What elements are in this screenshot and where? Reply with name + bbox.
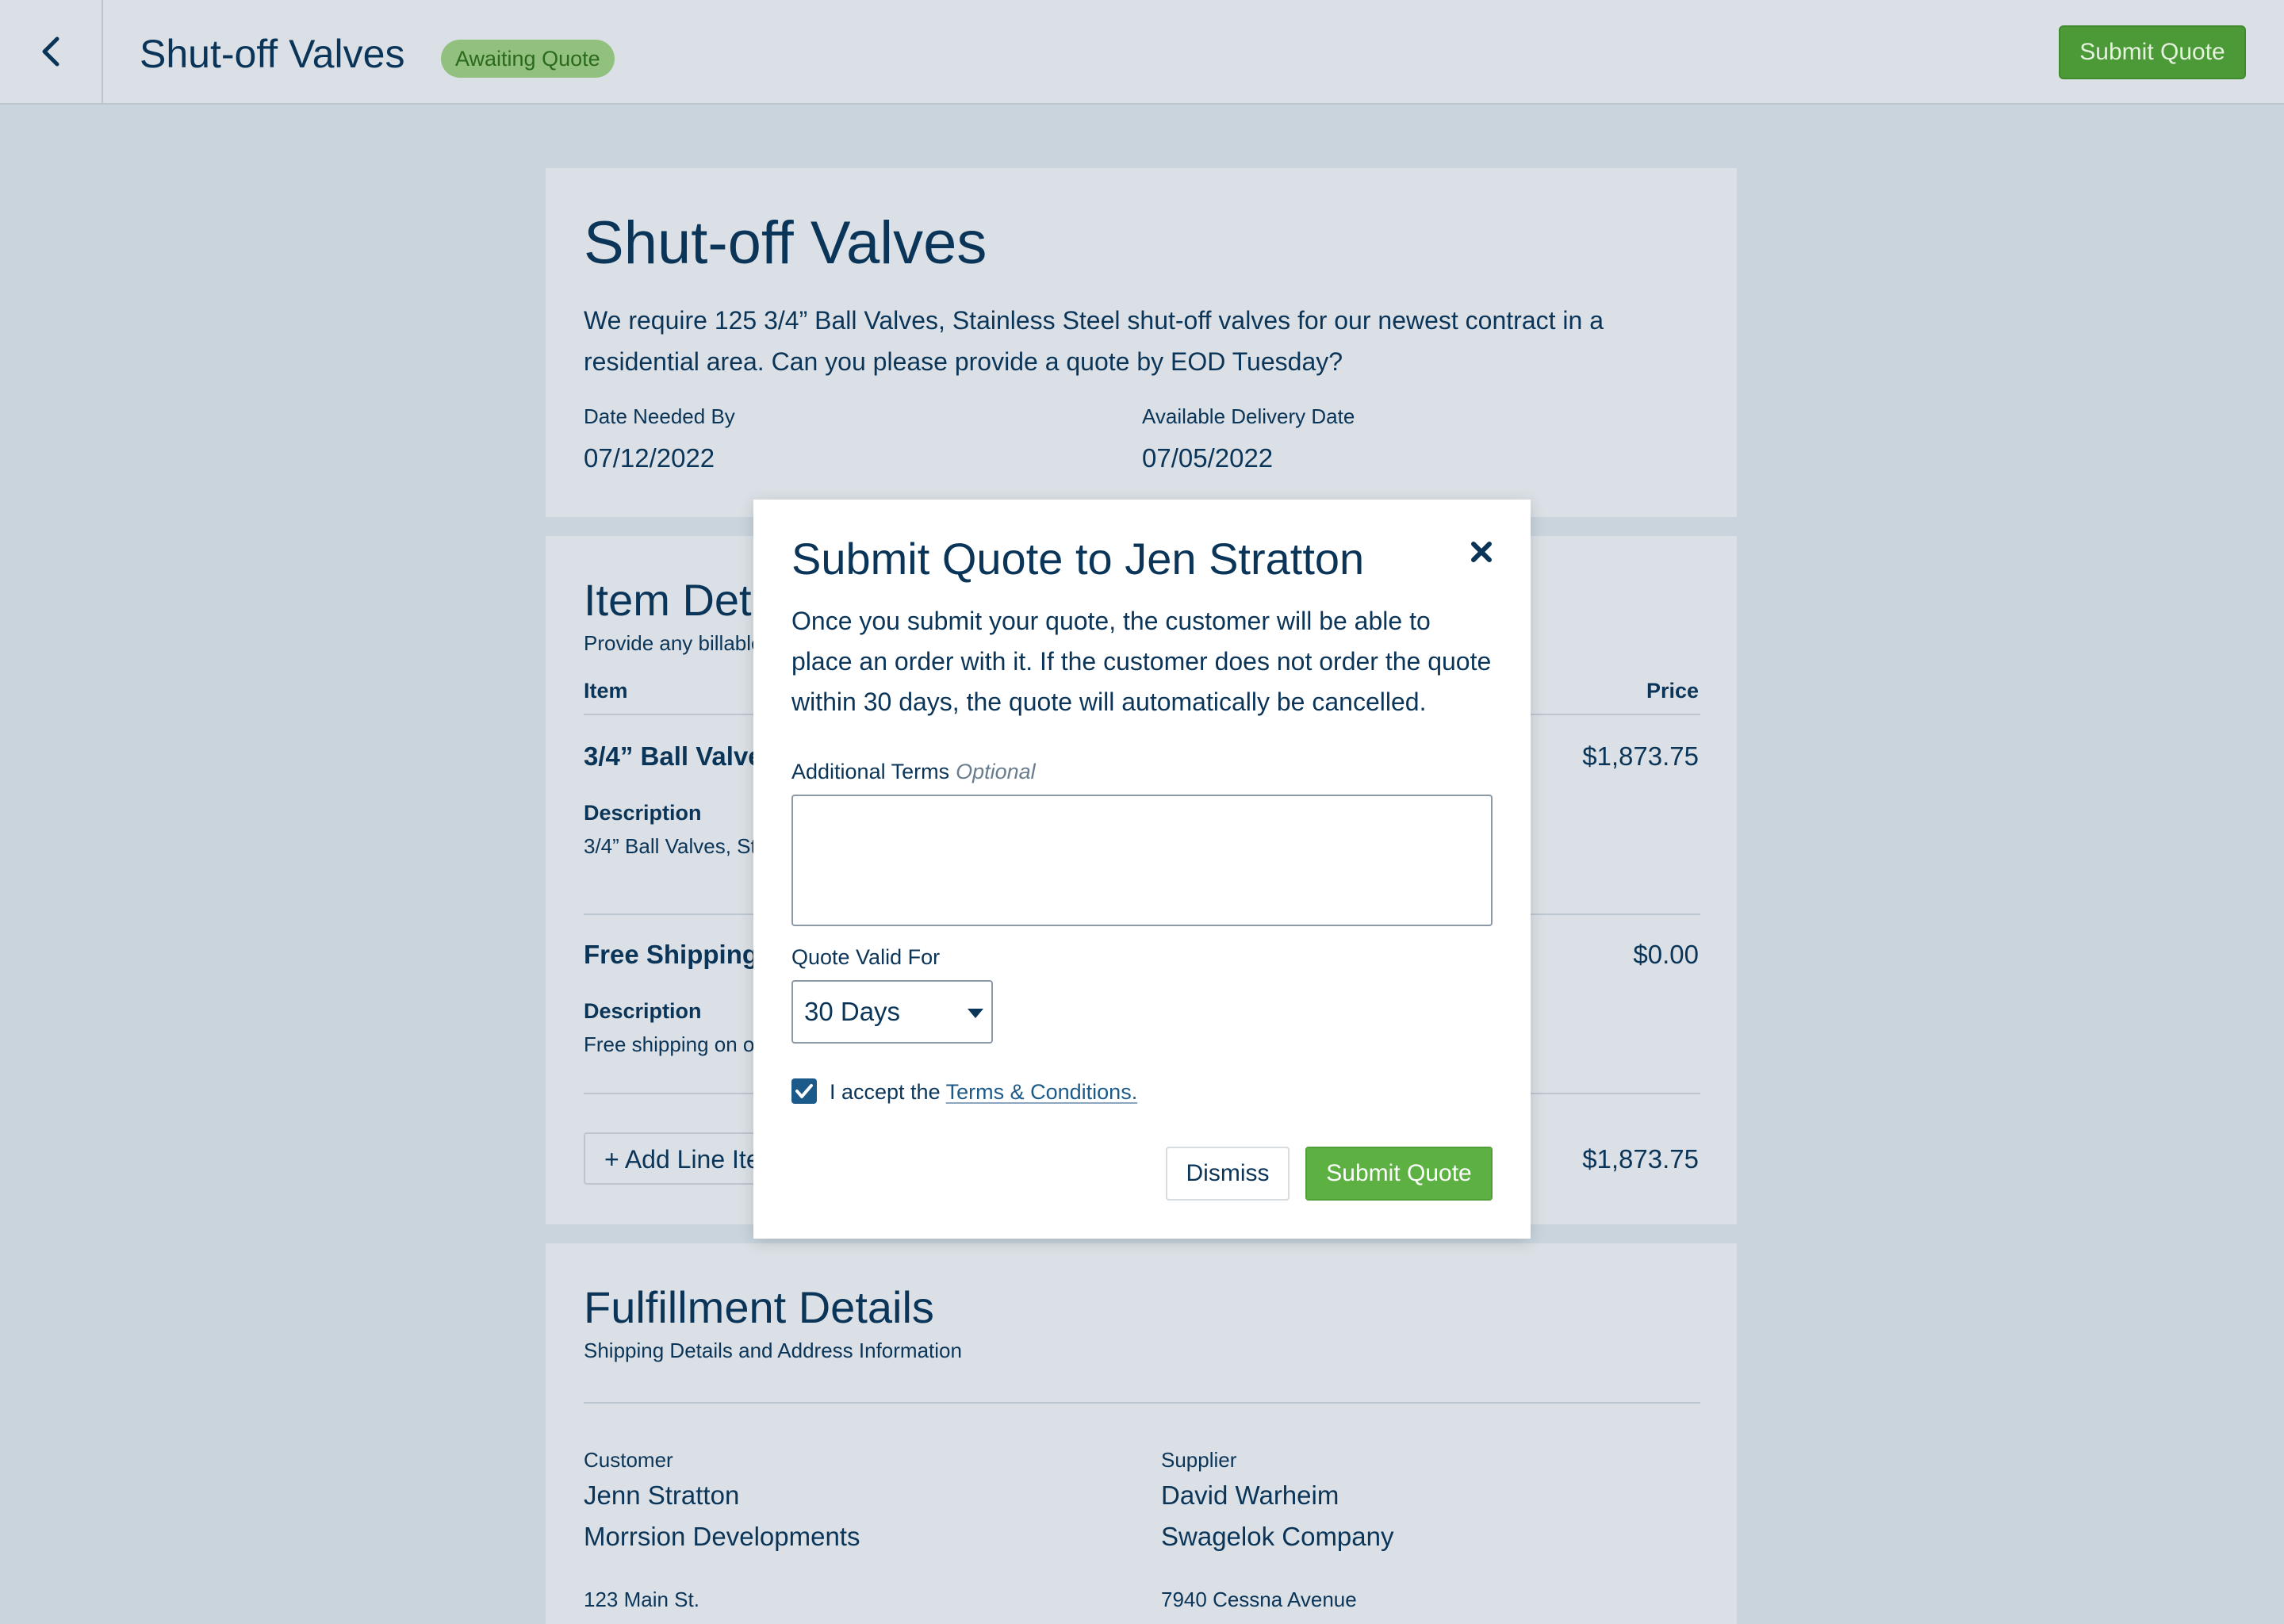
customer-label: Customer [584, 1448, 673, 1472]
page-title: Shut-off Valves [140, 32, 405, 76]
fulfillment-subtitle: Shipping Details and Address Information [584, 1339, 962, 1362]
additional-terms-input[interactable] [791, 795, 1493, 926]
quote-valid-select[interactable]: 30 Days [791, 980, 993, 1044]
item-name: 3/4” Ball Valves [584, 741, 778, 771]
accept-terms-prefix: I accept the [830, 1080, 941, 1104]
item-description-label: Description [584, 801, 702, 825]
fulfillment-card: Fulfillment Details Shipping Details and… [546, 1243, 1737, 1624]
dismiss-button[interactable]: Dismiss [1166, 1147, 1290, 1201]
additional-terms-label-text: Additional Terms [791, 760, 950, 783]
modal-description: Once you submit your quote, the customer… [791, 607, 1492, 716]
additional-terms-label: Additional Terms Optional [791, 758, 1036, 785]
optional-hint: Optional [956, 760, 1036, 783]
close-icon [1471, 542, 1492, 562]
top-bar: Shut-off Valves Awaiting Quote Submit Qu… [0, 0, 2284, 105]
caret-down-icon [968, 1009, 983, 1018]
column-header-item: Item [584, 679, 628, 703]
modal-submit-quote-button[interactable]: Submit Quote [1305, 1147, 1493, 1201]
back-button[interactable] [0, 0, 103, 103]
accept-terms-checkbox[interactable] [791, 1078, 817, 1104]
divider [584, 1402, 1700, 1404]
quote-valid-label: Quote Valid For [791, 945, 941, 969]
request-title: Shut-off Valves [584, 209, 987, 277]
chevron-left-icon [42, 36, 59, 67]
date-needed-value: 07/12/2022 [584, 443, 715, 473]
status-badge: Awaiting Quote [441, 40, 615, 78]
delivery-date-label: Available Delivery Date [1142, 404, 1355, 428]
request-card: Shut-off Valves We require 125 3/4” Ball… [546, 168, 1737, 517]
close-button[interactable] [1466, 536, 1497, 568]
submit-quote-modal: Submit Quote to Jen Stratton Once you su… [753, 500, 1531, 1239]
customer-name: Jenn Stratton [584, 1480, 740, 1510]
supplier-label: Supplier [1161, 1448, 1237, 1472]
column-header-price: Price [1646, 679, 1699, 703]
supplier-address: 7940 Cessna Avenue [1161, 1588, 1357, 1611]
supplier-name: David Warheim [1161, 1480, 1339, 1510]
delivery-date-value: 07/05/2022 [1142, 443, 1274, 473]
accept-terms-label: I accept the Terms & Conditions. [830, 1078, 1137, 1105]
item-description-label: Description [584, 999, 702, 1023]
add-line-item-button[interactable]: + Add Line Item [584, 1132, 768, 1185]
item-details-subtitle: Provide any billable [584, 631, 763, 655]
checkmark-icon [795, 1084, 813, 1098]
quote-valid-value: 30 Days [804, 997, 901, 1026]
customer-company: Morrsion Developments [584, 1522, 860, 1551]
request-description: We require 125 3/4” Ball Valves, Stainle… [584, 306, 1604, 376]
modal-title: Submit Quote to Jen Stratton [791, 534, 1365, 584]
supplier-company: Swagelok Company [1161, 1522, 1394, 1551]
item-name: Free Shipping [584, 940, 759, 969]
submit-quote-button[interactable]: Submit Quote [2059, 25, 2246, 79]
fulfillment-title: Fulfillment Details [584, 1282, 934, 1332]
terms-conditions-link[interactable]: Terms & Conditions. [946, 1080, 1138, 1104]
customer-address: 123 Main St. [584, 1588, 699, 1611]
date-needed-label: Date Needed By [584, 404, 735, 428]
